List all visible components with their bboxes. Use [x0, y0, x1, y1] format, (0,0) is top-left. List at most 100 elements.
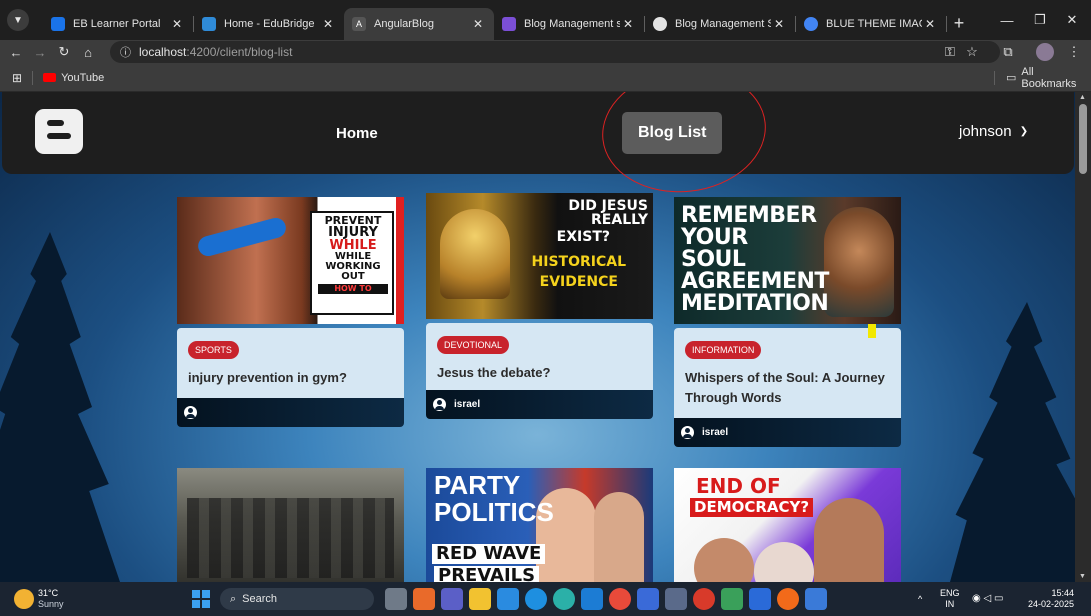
cortana-icon[interactable] — [525, 588, 547, 610]
close-icon[interactable]: ✕ — [169, 17, 185, 31]
blog-card-title[interactable]: Whispers of the Soul: A Journey Through … — [685, 368, 890, 408]
bookmark-star-icon[interactable]: ☆ — [960, 44, 984, 60]
blog-card-image: PARTY POLITICS RED WAVE PREVAILS — [426, 468, 653, 582]
extensions-icon[interactable]: ⧉ — [996, 44, 1020, 60]
input-language[interactable]: ENG IN — [940, 588, 960, 610]
copilot-icon[interactable] — [413, 588, 435, 610]
category-badge[interactable]: DEVOTIONAL — [437, 336, 510, 354]
weather-widget[interactable]: 31°C Sunny — [38, 588, 64, 610]
close-icon[interactable]: ✕ — [922, 17, 938, 31]
browser-tabstrip: ▼ EB Learner Portal ✕ Home - EduBridge ✕… — [0, 0, 1091, 40]
minimize-button[interactable]: — — [990, 0, 1024, 40]
blog-card-title[interactable]: Jesus the debate? — [437, 363, 642, 383]
app-icon[interactable] — [693, 588, 715, 610]
window-close-button[interactable]: ✕ — [1055, 0, 1089, 40]
app-icon[interactable] — [721, 588, 743, 610]
app-icon[interactable] — [665, 588, 687, 610]
thumbnail-text: END OF — [696, 474, 781, 498]
browser-toolbar: ← → ↻ ⌂ ⓘ localhost:4200/client/blog-lis… — [0, 40, 1091, 64]
tree-silhouette-right — [950, 302, 1075, 582]
folder-icon: ▭ — [1006, 72, 1017, 84]
reload-icon[interactable]: ↻ — [52, 44, 76, 60]
password-key-icon[interactable]: ⚿ — [938, 44, 962, 60]
close-icon[interactable]: ✕ — [320, 17, 336, 31]
home-icon[interactable]: ⌂ — [76, 45, 100, 60]
notepad-icon[interactable] — [749, 588, 771, 610]
blog-card-footer — [177, 398, 404, 427]
tab-search-icon[interactable]: ▼ — [7, 9, 29, 31]
tab-title: BLUE THEME IMAGE OG H — [826, 18, 922, 30]
lang-region: IN — [945, 599, 955, 609]
blog-card-title[interactable]: injury prevention in gym? — [188, 368, 393, 388]
angular-favicon-icon: A — [352, 17, 366, 31]
all-bookmarks-button[interactable]: ▭ All Bookmarks — [1006, 66, 1091, 90]
forward-arrow-icon[interactable]: → — [28, 45, 52, 60]
app-icon[interactable] — [637, 588, 659, 610]
red-circle-annotation — [596, 92, 772, 201]
kebab-menu-icon[interactable]: ⋮ — [1062, 44, 1086, 60]
profile-avatar[interactable] — [1036, 43, 1054, 61]
bookmark-divider — [994, 70, 995, 85]
address-bar[interactable]: ⓘ localhost:4200/client/blog-list — [110, 41, 1000, 63]
author-name[interactable]: israel — [454, 399, 480, 410]
scrollbar-thumb[interactable] — [1079, 104, 1087, 174]
blog-card-image: END OF DEMOCRACY? — [674, 468, 901, 582]
network-volume-battery-icons[interactable]: ◉ ◁ ▭ — [972, 593, 1003, 604]
user-icon — [681, 426, 694, 439]
user-menu-dropdown[interactable]: johnson ❯ — [959, 123, 1028, 140]
clock[interactable]: 15:44 24-02-2025 — [1026, 588, 1074, 610]
blog-card-body: SPORTS injury prevention in gym? — [177, 328, 404, 398]
athlete-figure — [195, 215, 289, 259]
scroll-up-arrow-icon[interactable]: ▲ — [1079, 94, 1086, 101]
site-info-icon[interactable]: ⓘ — [120, 44, 131, 60]
app-icon[interactable] — [805, 588, 827, 610]
new-tab-button[interactable]: + — [947, 13, 971, 34]
store-icon[interactable] — [497, 588, 519, 610]
tab-edubridge-home[interactable]: Home - EduBridge ✕ — [194, 8, 344, 40]
apps-grid-icon[interactable]: ⊞ — [12, 71, 22, 85]
file-explorer-icon[interactable] — [469, 588, 491, 610]
thumbnail-banner: RED WAVE — [432, 544, 546, 564]
category-badge[interactable]: INFORMATION — [685, 341, 762, 359]
tab-eb-learner-portal[interactable]: EB Learner Portal ✕ — [43, 8, 193, 40]
chevron-down-icon: ❯ — [1019, 126, 1029, 137]
blog-card-image: REMEMBER YOUR SOUL AGREEMENT MEDITATION — [674, 197, 901, 324]
tab-angularblog[interactable]: A AngularBlog ✕ — [344, 8, 494, 40]
blogger-logo-icon[interactable] — [35, 109, 83, 154]
category-badge[interactable]: SPORTS — [188, 341, 239, 359]
poster-red-edge — [396, 197, 404, 324]
author-name[interactable]: israel — [702, 427, 728, 438]
tab-blog-management-system-2[interactable]: Blog Management System ✕ — [645, 8, 795, 40]
close-icon[interactable]: ✕ — [470, 17, 486, 31]
show-hidden-icons[interactable]: ^ — [918, 594, 922, 605]
chrome-icon[interactable] — [609, 588, 631, 610]
close-icon[interactable]: ✕ — [620, 17, 636, 31]
weather-desc: Sunny — [38, 599, 64, 609]
blog-card-body: INFORMATION Whispers of the Soul: A Jour… — [674, 324, 901, 418]
vscode-icon[interactable] — [581, 588, 603, 610]
taskbar-search[interactable]: ⌕ Search — [220, 588, 374, 610]
windows-start-icon[interactable] — [192, 590, 210, 608]
clock-time: 15:44 — [1051, 588, 1074, 598]
url-path: :4200/client/blog-list — [186, 45, 293, 59]
tab-title: AngularBlog — [374, 18, 434, 30]
globe-favicon-icon — [653, 17, 667, 31]
url-host: localhost — [139, 45, 187, 59]
task-view-icon[interactable] — [385, 588, 407, 610]
nav-home-link[interactable]: Home — [320, 112, 394, 154]
bookmark-label: YouTube — [61, 71, 105, 84]
restore-button[interactable]: ❐ — [1023, 0, 1057, 40]
bookmark-youtube[interactable]: YouTube — [43, 72, 104, 84]
poster-text: PREVENT INJURY WHILE WHILE WORKING OUT H… — [314, 215, 392, 294]
close-icon[interactable]: ✕ — [771, 17, 787, 31]
app-icon[interactable] — [777, 588, 799, 610]
tab-blog-management-system-1[interactable]: Blog Management system ✕ — [494, 8, 644, 40]
thumbnail-text: REMEMBER YOUR SOUL AGREEMENT MEDITATION — [681, 203, 829, 316]
tab-blue-theme-image[interactable]: BLUE THEME IMAGE OG H ✕ — [796, 8, 946, 40]
teams-icon[interactable] — [441, 588, 463, 610]
scroll-down-arrow-icon[interactable]: ▼ — [1079, 573, 1086, 580]
edge-icon[interactable] — [553, 588, 575, 610]
weather-sun-icon — [14, 589, 34, 609]
back-arrow-icon[interactable]: ← — [4, 45, 28, 60]
page-scrollbar[interactable]: ▲ ▼ — [1075, 92, 1091, 582]
